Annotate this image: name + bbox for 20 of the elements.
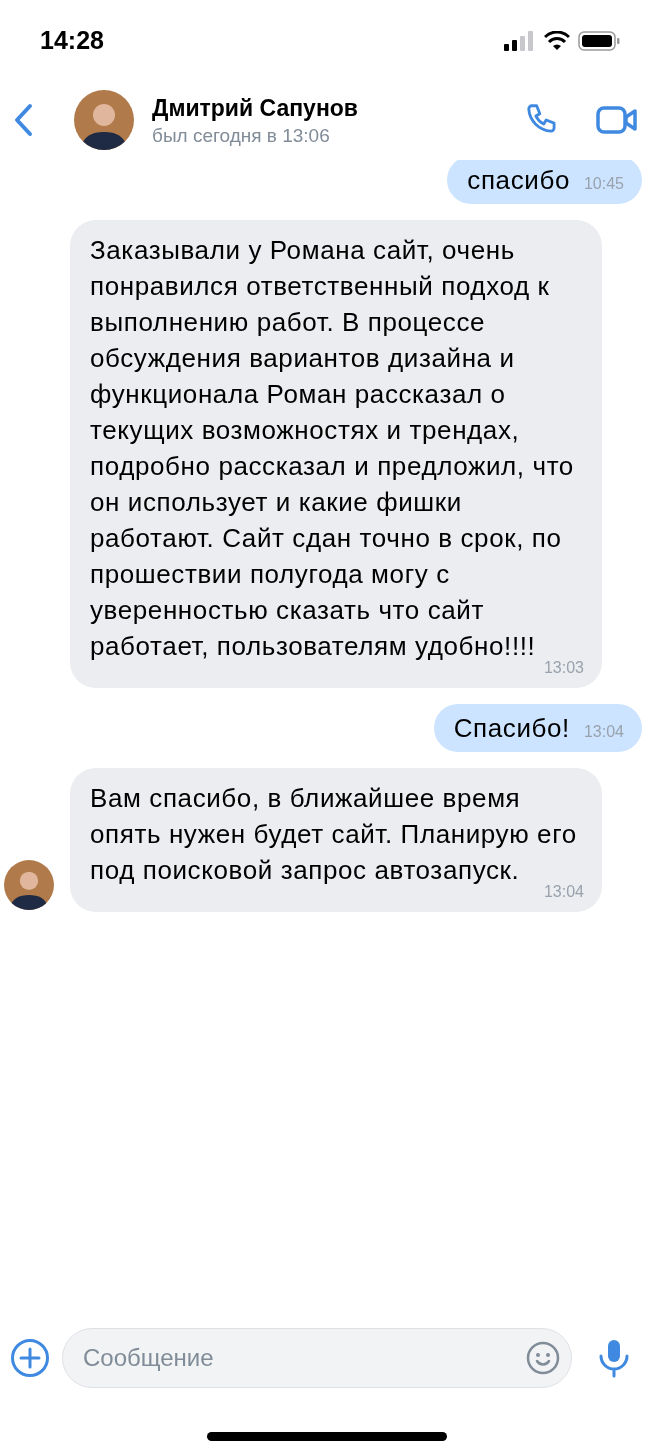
video-call-icon[interactable] <box>596 105 638 135</box>
message-time: 13:04 <box>583 722 624 742</box>
emoji-icon[interactable] <box>526 1341 560 1375</box>
avatar-icon[interactable] <box>4 860 54 910</box>
message-text: Спасибо! <box>453 712 570 745</box>
contact-name: Дмитрий Сапунов <box>152 93 358 123</box>
message-input[interactable]: Сообщение <box>62 1328 572 1388</box>
message-time: 13:03 <box>543 658 584 678</box>
message-time: 13:04 <box>543 882 584 902</box>
wifi-icon <box>544 31 570 51</box>
message-text: спасибо <box>467 164 570 197</box>
message-text: Вам спасибо, в ближайшее время опять нужен будет сайт. Планирую его под поисковой запрос автозапуск. <box>90 782 578 885</box>
last-seen-status: был сегодня в 13:06 <box>152 123 331 148</box>
battery-icon <box>578 31 620 51</box>
add-icon[interactable] <box>10 1338 50 1378</box>
status-time: 14:28 <box>40 25 104 57</box>
message-text: Заказывали у Романа сайт, очень понравился ответственный подход к выполнению работ. В процессе обсуждения вариантов дизайна и функционала Роман рассказал о текущих возможностях и трендах, подробно рассказал и предложил, что он использует и какие фишки работают. Сайт сдан точно в срок, по прошествии полугода могу с уверенностью сказать что сайт работает, пользователям удобно!!!! <box>90 234 575 661</box>
message-time: 10:45 <box>583 174 624 194</box>
signal-icon <box>504 31 536 51</box>
avatar-icon[interactable] <box>74 90 134 150</box>
